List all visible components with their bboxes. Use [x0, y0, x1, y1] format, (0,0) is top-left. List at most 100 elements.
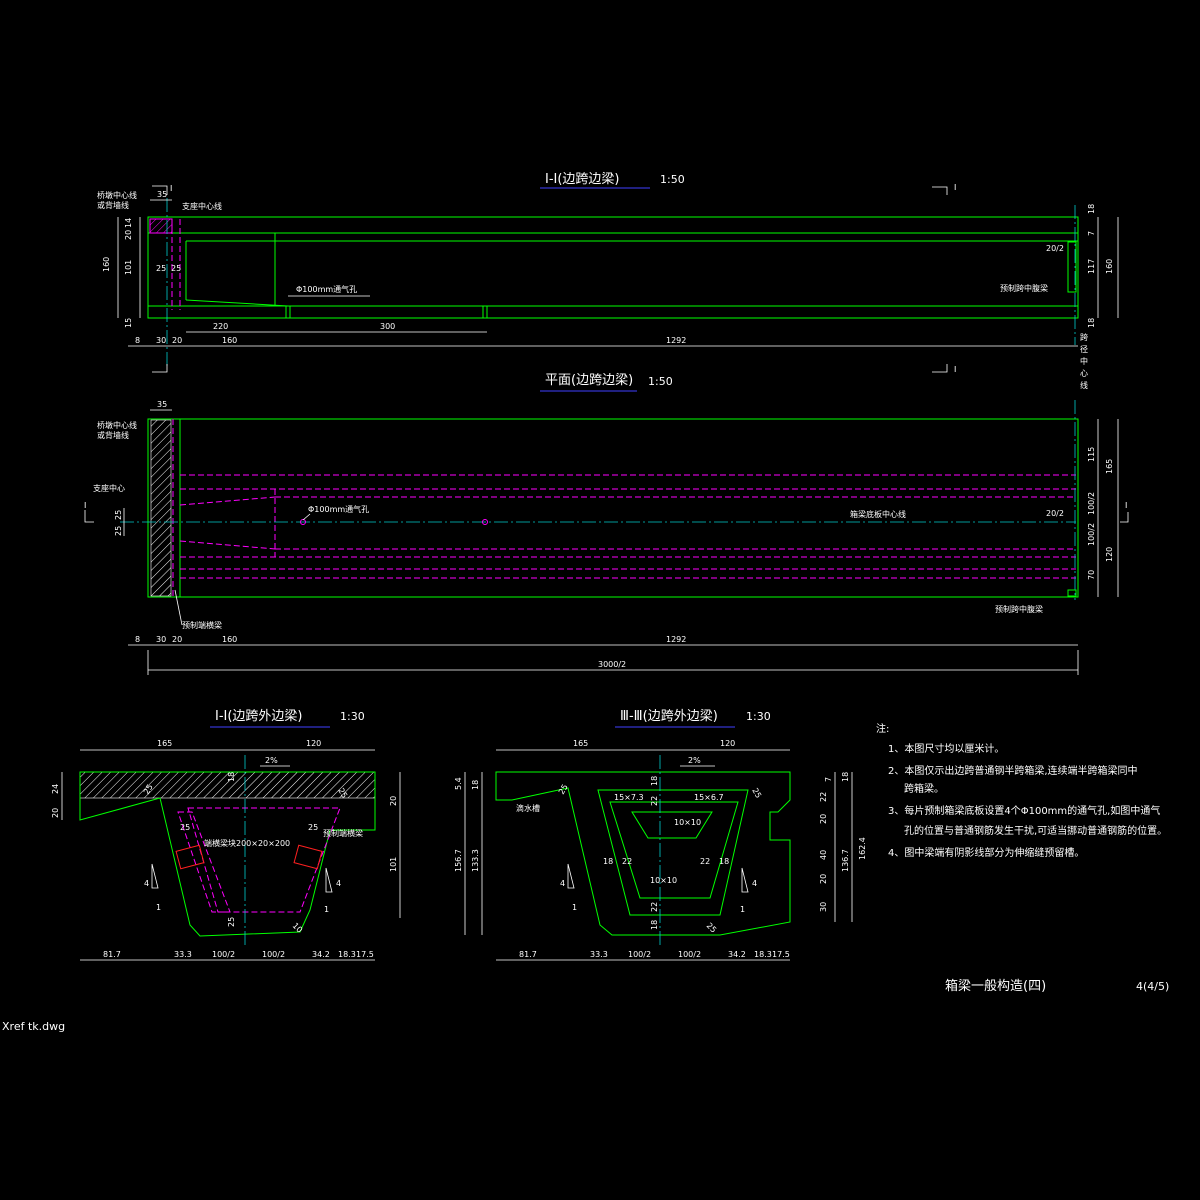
- section-3-slope-num-r: 4: [752, 879, 757, 888]
- elevation-dim-25b: 25: [171, 264, 181, 273]
- section-1-slope-den-l: 1: [156, 903, 161, 912]
- elevation-label-span-cl-2: 径: [1080, 344, 1088, 354]
- section-1-slope: 2%: [265, 756, 278, 765]
- note-item: 1、本图尺寸均以厘米计。: [888, 742, 1004, 755]
- elevation-dim-160-left: 160: [102, 257, 111, 272]
- section-3-dim-133-3: 133.3: [471, 849, 480, 872]
- section-mark-bottom-right-label: Ⅰ: [954, 365, 956, 374]
- notes-heading: 注:: [876, 722, 889, 735]
- title-block: 箱梁一般构造(四) 4(4/5) Xref tk.dwg: [2, 978, 1169, 1033]
- elevation-dim-20: 20: [172, 336, 182, 345]
- section-3-dim-18l: 18: [471, 780, 480, 790]
- plan-label-end: 预制端横梁: [182, 620, 222, 630]
- plan-end-leader: [174, 589, 183, 626]
- plan-dim-8: 8: [135, 635, 140, 644]
- sheet-number: 4(4/5): [1136, 980, 1169, 993]
- section-3-slope-num-l: 4: [560, 879, 565, 888]
- elevation-scale: 1:50: [660, 173, 685, 186]
- section-3-dim-17-5: 17.5: [772, 950, 790, 959]
- section-3-slope-tri-left: [567, 863, 575, 889]
- elevation-label-support: 支座中心线: [182, 201, 222, 211]
- plan-dim-25a: 25: [114, 510, 123, 520]
- plan-label-support: 支座中心: [93, 483, 125, 493]
- section-1-dim-20r: 20: [389, 796, 398, 806]
- plan-label-pier-cl: 桥墩中心线: [97, 420, 137, 430]
- section-3-dim-34-2: 34.2: [728, 950, 746, 959]
- section-1-title: Ⅰ-Ⅰ(边跨外边梁): [215, 709, 303, 724]
- section-3-dim-136-7: 136.7: [841, 849, 850, 872]
- section-1-slope-num-r: 4: [336, 879, 341, 888]
- section-3-dim-25c: 25: [705, 921, 719, 935]
- section-3-dim-18-3: 18.3: [754, 950, 772, 959]
- plan-dim-100-2b: 100/2: [1087, 523, 1096, 546]
- plan-dim-20-2: 20/2: [1046, 509, 1064, 518]
- plan-dim-115: 115: [1087, 447, 1096, 462]
- note-item: 4、图中梁端有阴影线部分为伸缩缝预留槽。: [888, 846, 1084, 859]
- section-1-scale: 1:30: [340, 710, 365, 723]
- plan-dim-25b: 25: [114, 526, 123, 536]
- plan-dim-35: 35: [157, 400, 167, 409]
- section-3-dim-18d: 18: [650, 920, 659, 930]
- note-item: 孔的位置与普通钢筋发生干扰,可适当挪动普通钢筋的位置。: [904, 824, 1167, 837]
- elevation-dim-25a: 25: [156, 264, 166, 273]
- section-1-label-anchor: 端横梁块200×20×200: [204, 838, 290, 848]
- cad-drawing-canvas: { "colors": { "background": "#000000", "…: [0, 0, 1200, 1200]
- elevation-label-span-cl-5: 线: [1080, 380, 1088, 390]
- section-1-anchor-left: [175, 844, 205, 870]
- elevation-view: Ⅰ-Ⅰ(边跨边梁) 1:50 桥墩中心线 或背墙线 支座中心线 Φ100mm通气…: [97, 172, 1119, 390]
- section-3-dim-18b: 18: [603, 857, 613, 866]
- section-1-dim-25d: 25: [308, 823, 318, 832]
- elevation-dim-14-left: 14: [124, 218, 133, 228]
- elevation-label-span-cl-4: 心: [1080, 369, 1088, 378]
- plan-section-mark-left-label: Ⅰ: [84, 501, 86, 510]
- section-1-slope-tri-right: [325, 867, 333, 893]
- elevation-dim-300: 300: [380, 322, 395, 331]
- section-1-dim-101: 101: [389, 857, 398, 872]
- drawing-svg: Ⅰ-Ⅰ(边跨边梁) 1:50 桥墩中心线 或背墙线 支座中心线 Φ100mm通气…: [2, 172, 1169, 1033]
- section-3-slope-den-l: 1: [572, 903, 577, 912]
- section-3-inner-cell: [597, 789, 749, 916]
- elevation-dim-160: 160: [222, 336, 237, 345]
- drawing-title: 箱梁一般构造(四): [945, 978, 1046, 994]
- plan-dim-20: 20: [172, 635, 182, 644]
- notes-block: 注: 1、本图尺寸均以厘米计。 2、本图仅示出边跨普通钢半跨箱梁,连续端半跨箱梁…: [876, 722, 1167, 859]
- section-3-dim-120: 120: [720, 739, 735, 748]
- elevation-dim-18-right-bottom: 18: [1087, 318, 1096, 328]
- elevation-dim-160-right: 160: [1105, 259, 1114, 274]
- section-3-dim-22a: 22: [650, 796, 659, 806]
- note-item: 2、本图仅示出边跨普通钢半跨箱梁,连续端半跨箱梁同中: [888, 764, 1138, 777]
- section-1-dim-18-3: 18.3: [338, 950, 356, 959]
- section-1-dim-165: 165: [157, 739, 172, 748]
- section-mark-top-right: [932, 186, 948, 195]
- section-1-dim-81-7: 81.7: [103, 950, 121, 959]
- plan-label-vent: Φ100mm通气孔: [308, 504, 369, 514]
- xref-filename: Xref tk.dwg: [2, 1020, 65, 1033]
- section-3-dim-30r: 30: [819, 902, 828, 912]
- elevation-dim-35-top: 35: [157, 190, 167, 199]
- plan-beam-outline: [147, 418, 1079, 598]
- section-3-dim-25b: 25: [750, 787, 763, 800]
- section-1-anchor-right: [293, 844, 323, 870]
- section-1-slope-den-r: 1: [324, 905, 329, 914]
- elevation-dim-8: 8: [135, 336, 140, 345]
- plan-section-mark-right-label: Ⅰ: [1125, 501, 1127, 510]
- elevation-beam-outline: [147, 216, 1079, 319]
- section-1-view: Ⅰ-Ⅰ(边跨外边梁) 1:30 2% 端横梁块200×20×200 预制端横梁 …: [51, 709, 401, 961]
- section-1-dim-25e: 25: [227, 917, 236, 927]
- section-3-dim-22b: 22: [622, 857, 632, 866]
- elevation-label-precast: 预制跨中腹梁: [1000, 283, 1048, 293]
- section-3-dim-22r: 22: [819, 792, 828, 802]
- section-1-dim-33-3: 33.3: [174, 950, 192, 959]
- plan-section-mark-right: [1120, 512, 1129, 523]
- elevation-dim-1292: 1292: [666, 336, 686, 345]
- section-3-slope-tri-right: [741, 867, 749, 893]
- section-3-slope-den-r: 1: [740, 905, 745, 914]
- note-item: 跨箱梁。: [904, 782, 944, 795]
- section-3-dim-20rb: 20: [819, 874, 828, 884]
- section-3-dim-10x10a: 10×10: [674, 818, 701, 827]
- elevation-title: Ⅰ-Ⅰ(边跨边梁): [545, 172, 620, 187]
- plan-label-axis: 箱梁底板中心线: [850, 509, 906, 519]
- section-3-dim-33-3: 33.3: [590, 950, 608, 959]
- section-mark-bottom-right: [932, 364, 948, 373]
- section-1-dim-34-2: 34.2: [312, 950, 330, 959]
